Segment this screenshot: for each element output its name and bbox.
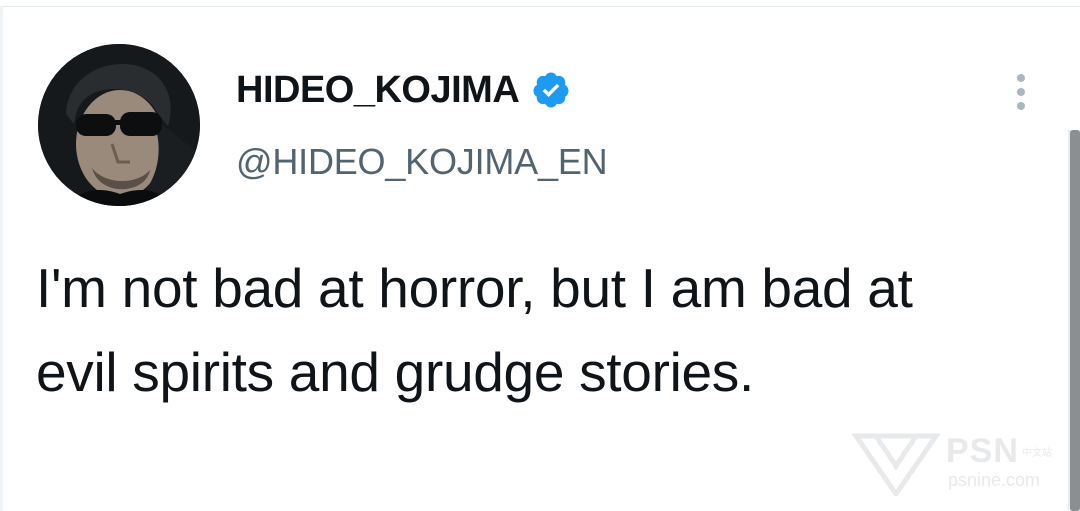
watermark-url: psnine.com	[948, 470, 1041, 490]
tweet-text: I'm not bad at horror, but I am bad at e…	[36, 257, 913, 403]
top-divider	[0, 0, 1080, 7]
avatar[interactable]	[38, 44, 200, 206]
psnine-logo-icon	[852, 433, 940, 496]
scrollbar-thumb[interactable]	[1070, 130, 1080, 511]
more-vertical-icon	[1017, 74, 1025, 110]
more-options-button[interactable]	[1008, 70, 1034, 114]
display-name-row: HIDEO_KOJIMA	[236, 68, 571, 112]
verified-badge-icon	[533, 72, 569, 108]
watermark: PSN 中文站 psnine.com	[852, 430, 1052, 500]
user-handle[interactable]: @HIDEO_KOJIMA_EN	[236, 141, 608, 183]
display-name[interactable]: HIDEO_KOJIMA	[236, 69, 520, 112]
watermark-subtitle: 中文站	[1022, 448, 1052, 459]
watermark-brand: PSN	[946, 432, 1019, 470]
left-edge	[0, 6, 3, 511]
